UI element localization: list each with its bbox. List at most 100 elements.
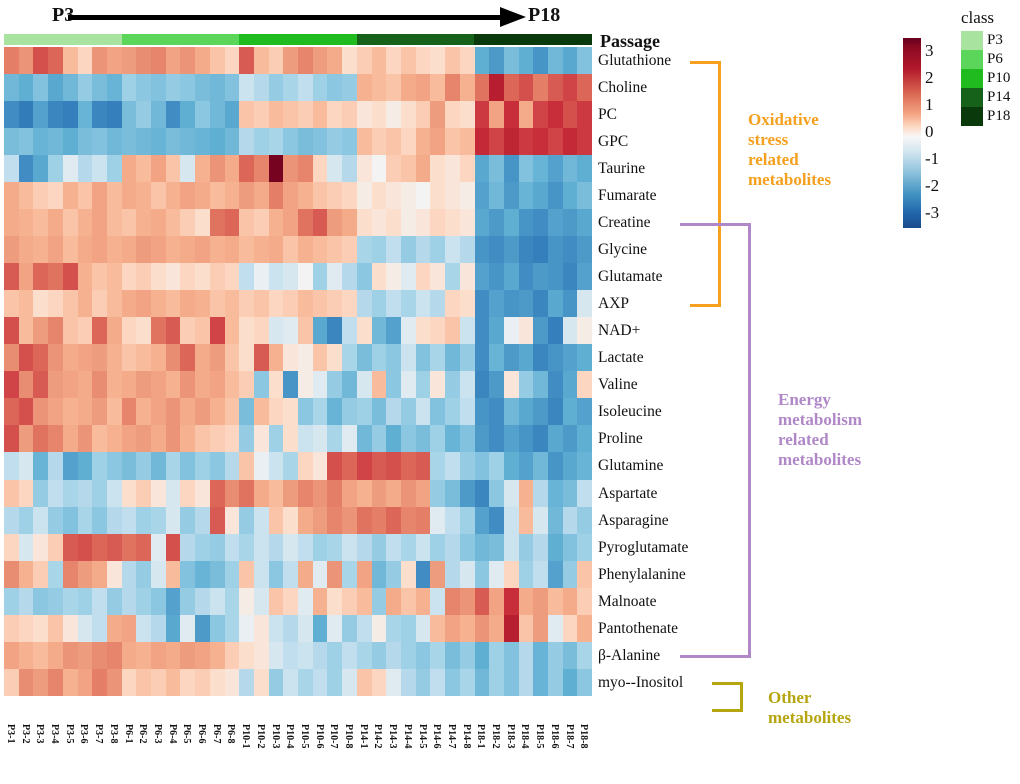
heatmap-cell [430, 614, 446, 642]
heatmap-cell [48, 425, 63, 453]
heatmap-cell [165, 263, 181, 291]
heatmap-row [4, 560, 593, 588]
heatmap-cell [18, 344, 34, 372]
heatmap-cell [386, 641, 401, 669]
heatmap-cell [165, 425, 181, 453]
heatmap-cell [577, 479, 593, 507]
heatmap-cell [562, 371, 578, 399]
heatmap-cell [268, 425, 284, 453]
heatmap-cell [283, 74, 299, 102]
heatmap-cell [48, 209, 63, 237]
heatmap-column-label: P18-2 [490, 724, 502, 749]
heatmap-cell [503, 641, 519, 669]
heatmap-column-labels: P3-1 P3-2 P3-3 P3-4 P3-5 P3-6 P3-7 P3-8 P6-1 P6-2… [4, 724, 592, 784]
heatmap-cell [474, 668, 490, 696]
heatmap-cell [48, 236, 63, 264]
heatmap-cell [180, 533, 196, 561]
heatmap-cell [106, 560, 122, 588]
heatmap-cell [312, 614, 328, 642]
heatmap-cell [4, 236, 19, 264]
heatmap-cell [180, 290, 196, 318]
heatmap-cell [62, 641, 78, 669]
heatmap-cell [298, 182, 313, 210]
heatmap-cell [298, 533, 313, 561]
heatmap-row [4, 263, 593, 291]
heatmap-cell [533, 209, 549, 237]
heatmap-cell [4, 182, 19, 210]
heatmap-cell [577, 209, 593, 237]
heatmap-cell [518, 479, 534, 507]
heatmap-cell [239, 587, 254, 615]
heatmap-cell [312, 47, 328, 75]
heatmap-cell [415, 425, 431, 453]
heatmap-cell [342, 128, 357, 156]
heatmap-cell [489, 317, 504, 345]
heatmap-cell [62, 560, 78, 588]
heatmap-column-label: P6-8 [225, 724, 237, 744]
heatmap-cell [48, 668, 63, 696]
heatmap-cell [253, 128, 269, 156]
heatmap-cell [312, 560, 328, 588]
heatmap-cell [430, 74, 446, 102]
heatmap-row [4, 425, 593, 453]
heatmap-cell [400, 506, 416, 534]
heatmap-cell [151, 74, 166, 102]
heatmap-cell [327, 209, 343, 237]
heatmap-cell [533, 317, 549, 345]
heatmap-cell [430, 155, 446, 183]
heatmap-cell [474, 533, 490, 561]
heatmap-cell [386, 371, 401, 399]
heatmap-cell [577, 560, 593, 588]
heatmap-cell [33, 236, 49, 264]
bracket-horizontal-line [712, 709, 743, 713]
heatmap-cell [283, 668, 299, 696]
heatmap-cell [224, 344, 240, 372]
heatmap-cell [518, 344, 534, 372]
heatmap-cell [180, 506, 196, 534]
heatmap-cell [165, 182, 181, 210]
heatmap-cell [209, 533, 225, 561]
heatmap-cell [253, 155, 269, 183]
heatmap-cell [577, 371, 593, 399]
heatmap-cell [356, 371, 372, 399]
heatmap-cell [533, 371, 549, 399]
heatmap-row [4, 155, 593, 183]
heatmap-cell [489, 371, 504, 399]
heatmap-cell [48, 533, 63, 561]
heatmap-cell [165, 479, 181, 507]
heatmap-cell [4, 560, 19, 588]
heatmap-cell [92, 263, 107, 291]
heatmap-cell [503, 479, 519, 507]
heatmap-cell [224, 587, 240, 615]
heatmap-cell [518, 74, 534, 102]
heatmap-cell [106, 452, 122, 480]
heatmap-cell [121, 236, 137, 264]
class-legend: class P3 P6 P10 P14 P18 [961, 8, 1020, 126]
heatmap-cell [489, 128, 504, 156]
heatmap-cell [121, 641, 137, 669]
heatmap-cell [77, 452, 93, 480]
heatmap-cell [136, 479, 152, 507]
heatmap-row-label: Glycine [598, 241, 648, 259]
colorbar-tick-label: 2 [925, 67, 934, 87]
heatmap-cell [224, 182, 240, 210]
heatmap-cell [371, 506, 387, 534]
heatmap-cell [489, 425, 504, 453]
heatmap-cell [106, 101, 122, 129]
bracket-horizontal-line [680, 222, 751, 226]
heatmap-cell [283, 317, 299, 345]
heatmap-cell [239, 479, 254, 507]
heatmap-cell [400, 290, 416, 318]
heatmap-cell [562, 182, 578, 210]
class-strip-segment-p14 [356, 34, 475, 45]
heatmap-cell [224, 479, 240, 507]
heatmap-cell [62, 533, 78, 561]
heatmap-cell [106, 344, 122, 372]
heatmap-cell [224, 47, 240, 75]
heatmap-cell [180, 74, 196, 102]
heatmap-cell [121, 506, 137, 534]
heatmap-cell [400, 155, 416, 183]
heatmap-cell [62, 398, 78, 426]
heatmap-cell [533, 614, 549, 642]
heatmap-cell [121, 155, 137, 183]
